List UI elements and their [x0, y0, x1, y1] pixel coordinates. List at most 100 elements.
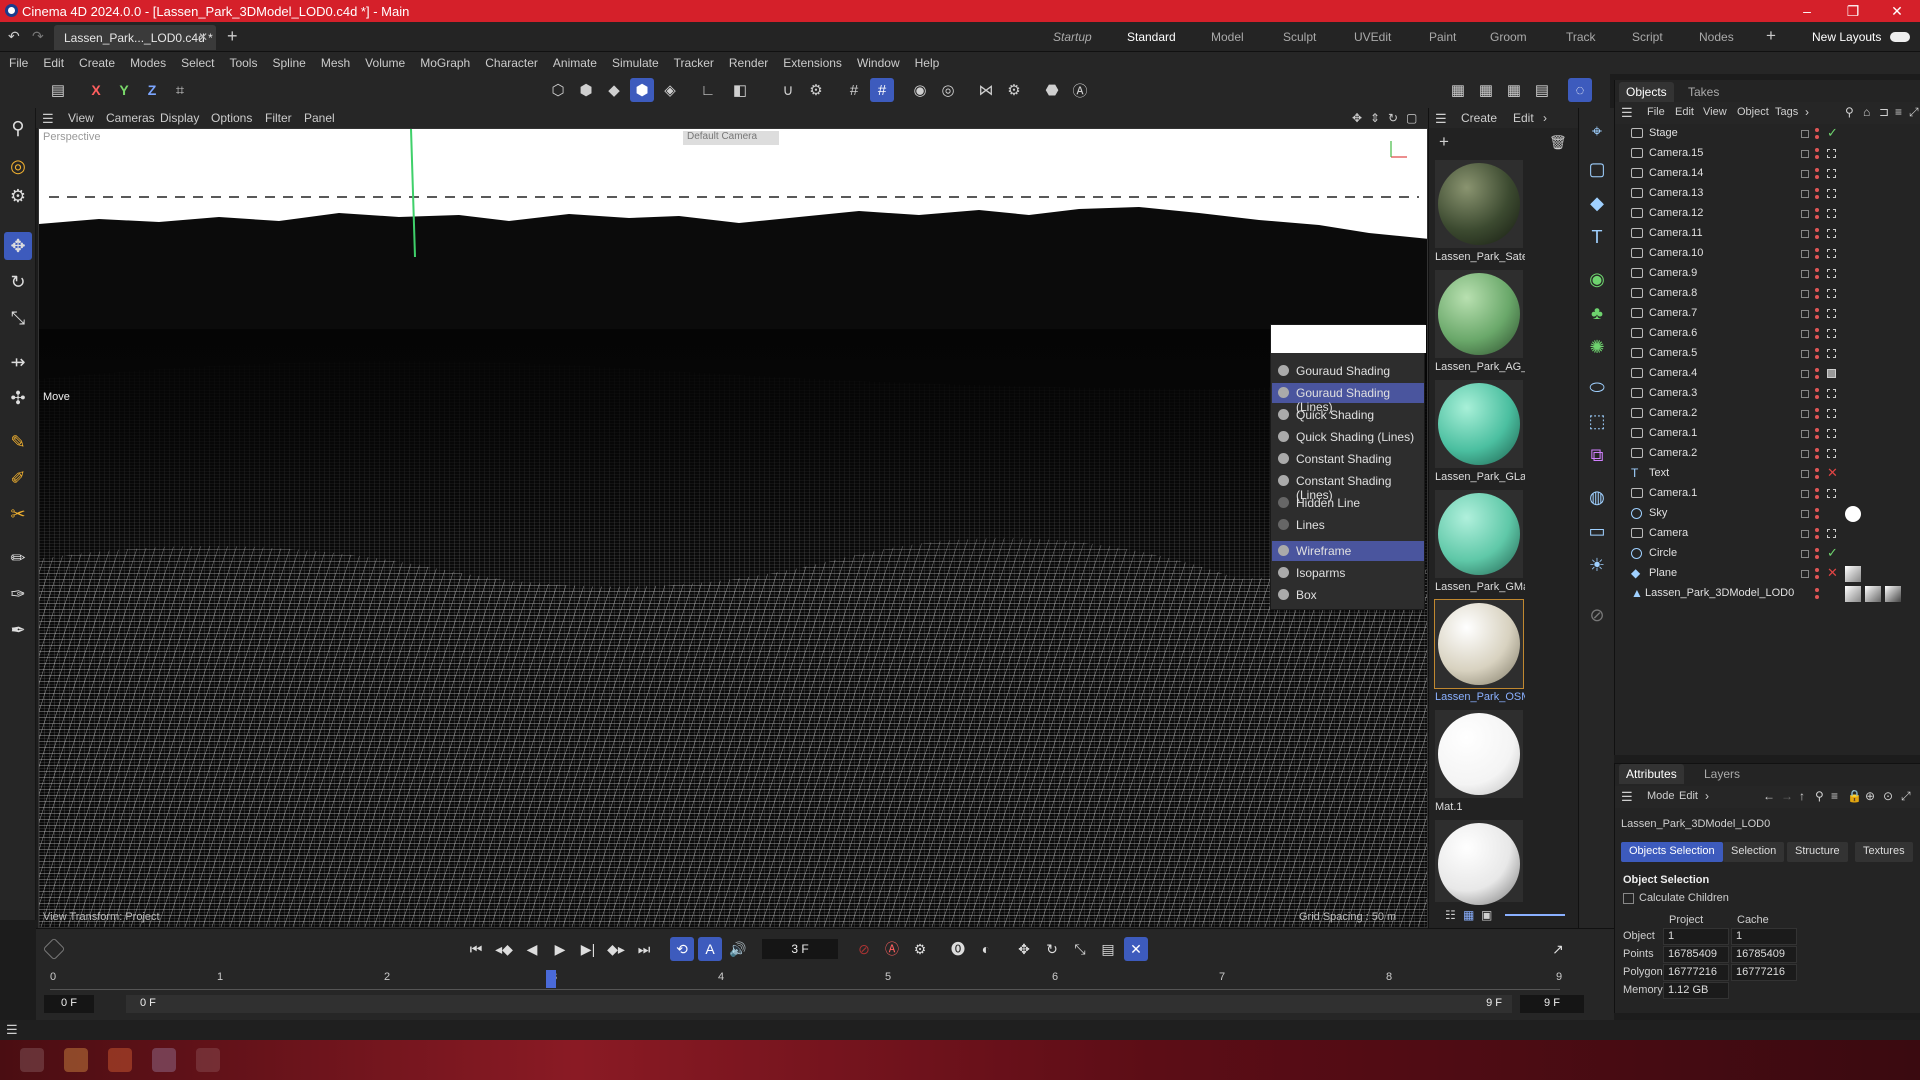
- forward-arrow-icon[interactable]: →: [1781, 789, 1793, 803]
- grid-icon[interactable]: #: [842, 78, 866, 102]
- edges-mode-icon[interactable]: ⬢: [574, 78, 598, 102]
- editor-visibility-dot[interactable]: [1815, 388, 1819, 392]
- deformer-icon[interactable]: ⬭: [1584, 374, 1610, 400]
- material-menu-create[interactable]: Create: [1461, 111, 1497, 125]
- text-create-icon[interactable]: T: [1584, 224, 1610, 250]
- object-row-camera[interactable]: Camera.10: [1615, 244, 1920, 264]
- edit-toggle[interactable]: [1801, 570, 1809, 578]
- edit-toggle[interactable]: [1801, 450, 1809, 458]
- menu-create[interactable]: Create: [79, 56, 115, 70]
- camera-tag-icon[interactable]: [1827, 349, 1836, 358]
- edit-toggle[interactable]: [1801, 250, 1809, 258]
- object-row-camera[interactable]: Camera.2: [1615, 404, 1920, 424]
- attribute-bookmark-icon[interactable]: ⊕: [1865, 789, 1875, 803]
- scene-icon[interactable]: ▭: [1584, 518, 1610, 544]
- document-tab[interactable]: Lassen_Park..._LOD0.c4d * ✕: [54, 25, 216, 50]
- render-visibility-dot[interactable]: [1815, 515, 1819, 519]
- parameter-key-icon[interactable]: ▤: [1096, 937, 1120, 961]
- material-tag-icon[interactable]: [1865, 586, 1881, 602]
- taskbar-app-icon[interactable]: [108, 1048, 132, 1072]
- add-layout-icon[interactable]: +: [1766, 26, 1776, 46]
- menu-item-gouraud-shading[interactable]: Gouraud Shading: [1272, 361, 1424, 381]
- menu-tracker[interactable]: Tracker: [674, 56, 714, 70]
- snap-settings-icon[interactable]: ⚙: [804, 78, 828, 102]
- render-visibility-dot[interactable]: [1815, 155, 1819, 159]
- camera-create-icon[interactable]: ⌖: [1584, 118, 1610, 144]
- menu-item-quick-shading-lines[interactable]: Quick Shading (Lines): [1272, 427, 1424, 447]
- transfer-tool-icon[interactable]: ⇸: [4, 348, 32, 376]
- render-picture-viewer-icon[interactable]: ▦: [1502, 78, 1526, 102]
- record-key-icon[interactable]: ⊘: [852, 937, 876, 961]
- list-view-icon[interactable]: ☷: [1445, 908, 1456, 922]
- menu-item-constant-shading-lines[interactable]: Constant Shading (Lines): [1272, 471, 1424, 502]
- edit-toggle[interactable]: [1801, 350, 1809, 358]
- object-row-camera[interactable]: Camera.14: [1615, 164, 1920, 184]
- editor-visibility-dot[interactable]: [1815, 468, 1819, 472]
- add-material-icon[interactable]: +: [1439, 132, 1449, 152]
- camera-tag-icon[interactable]: [1827, 449, 1836, 458]
- edit-toggle[interactable]: [1801, 210, 1809, 218]
- object-menu-view[interactable]: View: [1703, 106, 1727, 118]
- layout-tab-script[interactable]: Script: [1632, 30, 1663, 44]
- rotate-tool-icon[interactable]: ↻: [4, 268, 32, 296]
- auto-keying-icon[interactable]: Ⓐ: [880, 937, 904, 961]
- attribute-lock-icon[interactable]: 🔒: [1847, 789, 1862, 803]
- editor-visibility-dot[interactable]: [1815, 248, 1819, 252]
- environment-icon[interactable]: ◍: [1584, 484, 1610, 510]
- attribute-menu-more-icon[interactable]: ›: [1705, 789, 1709, 803]
- render-visibility-dot[interactable]: [1815, 455, 1819, 459]
- z-axis-toggle[interactable]: Z: [140, 78, 164, 102]
- autokey-mode-icon[interactable]: A: [698, 937, 722, 961]
- menu-item-lines[interactable]: Lines: [1272, 515, 1424, 535]
- edit-toggle[interactable]: [1801, 470, 1809, 478]
- edit-toggle[interactable]: [1801, 510, 1809, 518]
- editor-visibility-dot[interactable]: [1815, 488, 1819, 492]
- layout-tab-startup[interactable]: Startup: [1053, 30, 1092, 44]
- object-filter-icon[interactable]: ≡: [1895, 105, 1902, 119]
- editor-visibility-dot[interactable]: [1815, 188, 1819, 192]
- render-visibility-dot[interactable]: [1815, 395, 1819, 399]
- field-icon[interactable]: ⬚: [1584, 408, 1610, 434]
- keyframe-selection-icon[interactable]: ⓿: [946, 937, 970, 961]
- coordinate-system-icon[interactable]: ⌗: [168, 78, 192, 102]
- render-visibility-dot[interactable]: [1815, 575, 1819, 579]
- new-tab-icon[interactable]: +: [227, 26, 238, 47]
- rotation-key-icon[interactable]: ↻: [1040, 937, 1064, 961]
- attribute-menu-edit[interactable]: Edit: [1679, 790, 1698, 802]
- material-swatch[interactable]: [1435, 160, 1523, 248]
- effector-icon[interactable]: ✺: [1584, 334, 1610, 360]
- viewport-menu-display[interactable]: Display: [160, 111, 199, 125]
- volume-icon[interactable]: ⧉: [1584, 442, 1610, 468]
- object-menu-edit[interactable]: Edit: [1675, 106, 1694, 118]
- keyframe-icon[interactable]: [42, 937, 66, 961]
- spline-pen-icon[interactable]: ✎: [4, 428, 32, 456]
- spline-sketch-icon[interactable]: ✐: [4, 464, 32, 492]
- material-hamburger-icon[interactable]: ☰: [1435, 111, 1447, 127]
- object-row-camera[interactable]: Camera.13: [1615, 184, 1920, 204]
- object-row-circle[interactable]: Circle ✓: [1615, 544, 1920, 564]
- render-visibility-dot[interactable]: [1815, 475, 1819, 479]
- uv-mode-icon[interactable]: ◈: [658, 78, 682, 102]
- camera-tag-icon[interactable]: [1827, 429, 1836, 438]
- render-visibility-dot[interactable]: [1815, 555, 1819, 559]
- object-search-icon[interactable]: ⚲: [1845, 105, 1854, 119]
- camera-tag-icon[interactable]: [1827, 249, 1836, 258]
- cloner-icon[interactable]: ♣: [1584, 300, 1610, 326]
- end-frame-field[interactable]: 9 F: [1520, 995, 1584, 1013]
- close-tab-icon[interactable]: ✕: [198, 30, 208, 44]
- editor-visibility-dot[interactable]: [1815, 528, 1819, 532]
- material-tag-icon[interactable]: [1845, 506, 1861, 522]
- play-icon[interactable]: ▶: [548, 937, 572, 961]
- editor-visibility-dot[interactable]: [1815, 128, 1819, 132]
- polygons-mode-icon[interactable]: ◆: [602, 78, 626, 102]
- menu-item-wireframe[interactable]: Wireframe: [1272, 541, 1424, 561]
- camera-tag-icon[interactable]: [1827, 229, 1836, 238]
- previous-key-icon[interactable]: ◂◆: [492, 937, 516, 961]
- render-visibility-dot[interactable]: [1815, 295, 1819, 299]
- object-row-text[interactable]: T Text ✕: [1615, 464, 1920, 484]
- selection-settings-icon[interactable]: ⚙: [4, 182, 32, 210]
- edit-toggle[interactable]: [1801, 150, 1809, 158]
- render-visibility-dot[interactable]: [1815, 415, 1819, 419]
- material-swatch[interactable]: [1435, 270, 1523, 358]
- taskbar-app-icon[interactable]: [20, 1048, 44, 1072]
